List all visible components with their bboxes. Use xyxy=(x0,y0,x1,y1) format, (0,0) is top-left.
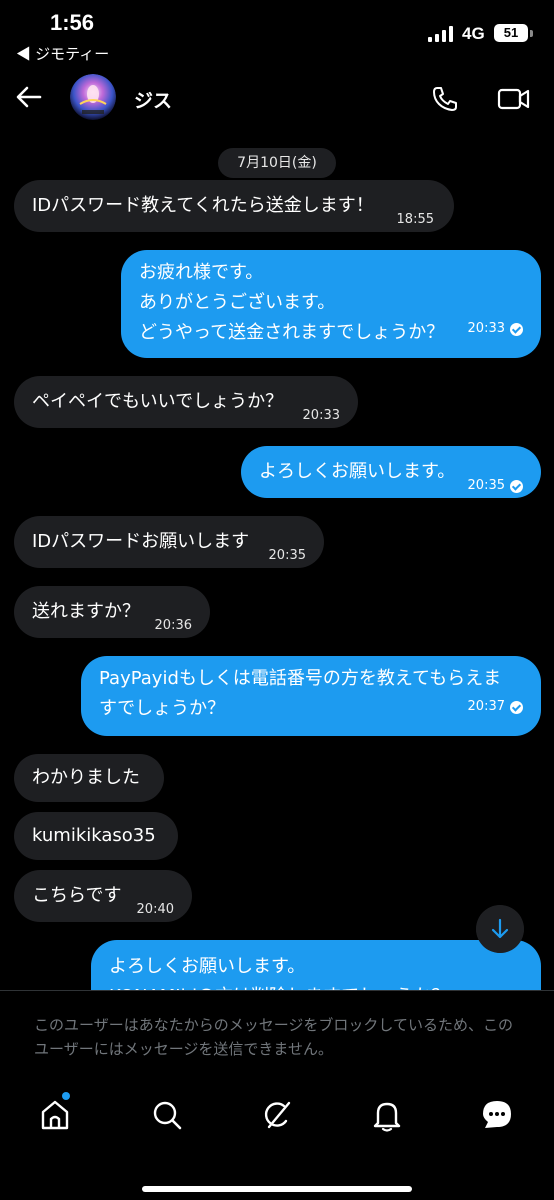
message-timestamp: 18:55 xyxy=(396,212,434,227)
cellular-signal-icon xyxy=(428,26,453,42)
notifications-bell-icon[interactable] xyxy=(370,1098,404,1132)
video-call-icon[interactable] xyxy=(497,84,531,114)
blocked-notice-text: このユーザーはあなたからのメッセージをブロックしているため、このユーザーにはメッ… xyxy=(34,1016,513,1058)
messages-icon[interactable] xyxy=(480,1098,514,1132)
date-separator: 7月10日(金) xyxy=(218,148,336,178)
status-bar: 1:56 ◀ ジモティー 4G 51 xyxy=(0,0,554,70)
message-text: kumikikaso35 xyxy=(32,825,156,846)
network-type: 4G xyxy=(462,24,485,43)
message-text: IDパスワードお願いします xyxy=(32,531,250,552)
contact-name[interactable]: ジス xyxy=(134,86,172,113)
message-text: 送れますか？ xyxy=(32,601,140,622)
message-list[interactable]: 7月10日(金) IDパスワード教えてくれたら送金します！ 18:55 お疲れ様… xyxy=(0,140,554,990)
message-timestamp: 20:37 xyxy=(468,692,523,722)
message-bubble-incoming[interactable]: IDパスワードお願いします 20:35 xyxy=(14,516,324,568)
message-text: KONAMIidの方は削除しますでしょうか？ xyxy=(109,982,523,990)
message-text: PayPayidもしくは電話番号の方を教えてもらえま xyxy=(99,668,502,689)
phone-call-icon[interactable] xyxy=(430,84,460,114)
grok-icon[interactable] xyxy=(260,1098,294,1132)
bottom-tab-bar xyxy=(0,1080,554,1200)
battery-icon: 51 xyxy=(494,24,528,42)
message-timestamp: 20:35 xyxy=(468,471,523,501)
home-unread-dot xyxy=(62,1092,70,1100)
back-arrow-icon[interactable] xyxy=(14,82,44,112)
message-text: どうやって送金されますでしょうか？ xyxy=(139,322,445,343)
message-bubble-incoming[interactable]: こちらです 20:40 xyxy=(14,870,192,922)
message-bubble-incoming[interactable]: わかりました xyxy=(14,754,164,802)
message-timestamp: 20:33 xyxy=(302,408,340,423)
message-timestamp: 20:33 xyxy=(468,314,523,344)
message-bubble-outgoing[interactable]: お疲れ様です。 ありがとうございます。 どうやって送金されますでしょうか？ 20… xyxy=(121,250,541,358)
message-bubble-outgoing[interactable]: PayPayidもしくは電話番号の方を教えてもらえま すでしょうか？ 20:37 xyxy=(81,656,541,736)
read-check-icon xyxy=(510,479,523,493)
message-text: こちらです xyxy=(32,885,122,906)
home-icon[interactable] xyxy=(38,1098,72,1132)
message-bubble-incoming[interactable]: ペイペイでもいいでしょうか？ 20:33 xyxy=(14,376,358,428)
back-to-app-link[interactable]: ◀ ジモティー xyxy=(16,43,109,64)
message-text: わかりました xyxy=(32,767,140,788)
message-text: ペイペイでもいいでしょうか？ xyxy=(32,391,284,412)
home-indicator xyxy=(142,1186,412,1192)
message-bubble-incoming[interactable]: 送れますか？ 20:36 xyxy=(14,586,210,638)
message-text: IDパスワード教えてくれたら送金します！ xyxy=(32,195,374,216)
search-icon[interactable] xyxy=(150,1098,184,1132)
message-text: よろしくお願いします。 xyxy=(109,956,306,977)
message-timestamp: 20:40 xyxy=(136,902,174,917)
read-check-icon xyxy=(510,700,523,714)
message-timestamp: 20:36 xyxy=(154,618,192,633)
message-timestamp: 20:35 xyxy=(268,548,306,563)
battery-tip xyxy=(530,30,533,37)
scroll-to-bottom-button[interactable] xyxy=(476,905,524,953)
conversation-header: ジス xyxy=(0,70,554,130)
status-time: 1:56 xyxy=(50,10,95,35)
message-text: お疲れ様です。 xyxy=(139,262,264,283)
avatar[interactable] xyxy=(70,74,116,120)
read-check-icon xyxy=(510,322,523,336)
message-bubble-outgoing[interactable]: よろしくお願いします。 20:35 xyxy=(241,446,541,498)
message-bubble-incoming[interactable]: kumikikaso35 xyxy=(14,812,178,860)
message-text: ありがとうございます。 xyxy=(139,292,336,313)
blocked-notice: このユーザーはあなたからのメッセージをブロックしているため、このユーザーにはメッ… xyxy=(0,990,554,1070)
message-bubble-outgoing[interactable]: よろしくお願いします。 KONAMIidの方は削除しますでしょうか？ xyxy=(91,940,541,990)
message-bubble-incoming[interactable]: IDパスワード教えてくれたら送金します！ 18:55 xyxy=(14,180,454,232)
message-text: すでしょうか？ xyxy=(99,698,226,719)
message-text: よろしくお願いします。 xyxy=(259,461,456,482)
